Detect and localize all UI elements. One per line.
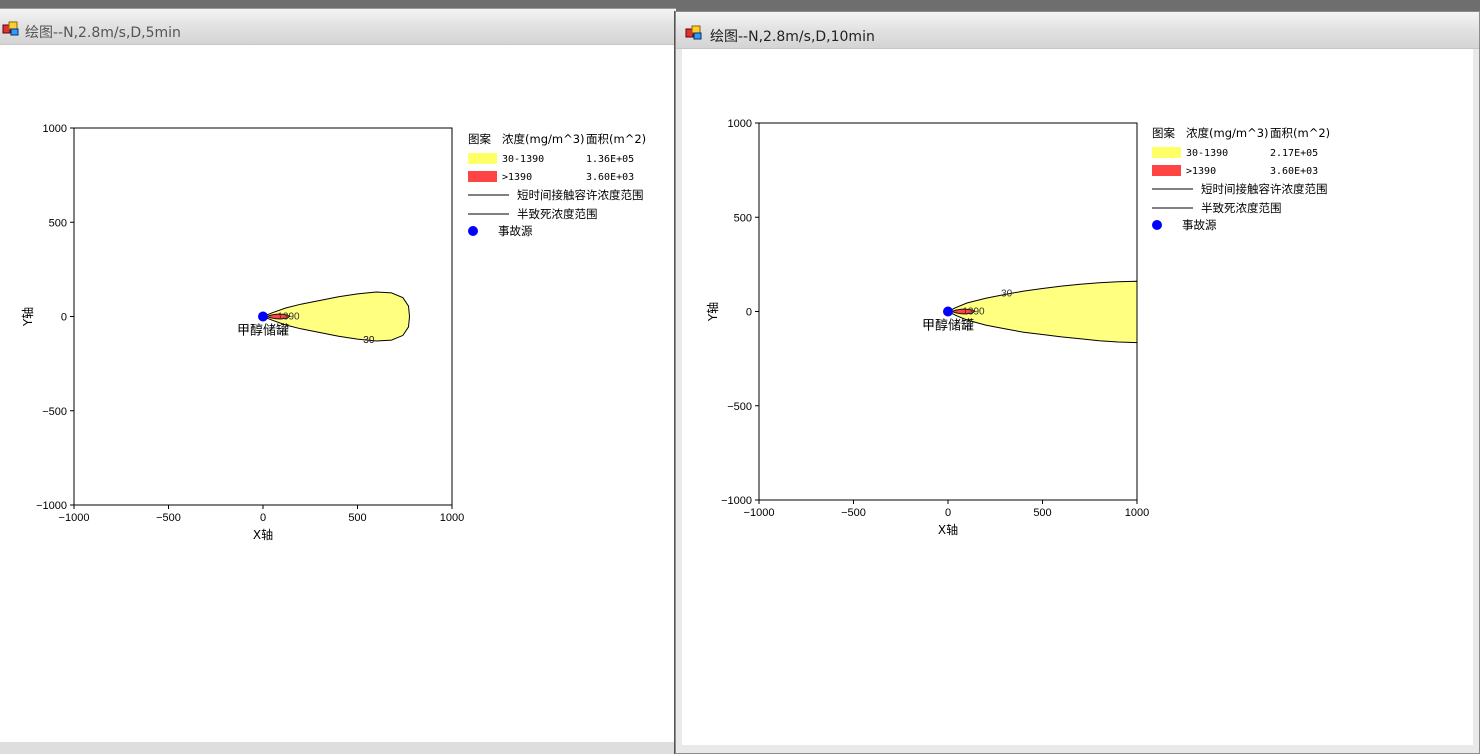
x-tick-label: −1000 (744, 507, 775, 519)
plot-client-area: −1000 1000 −500 500 0 0 500 −500 1000 −1000 X轴 Y轴甲醇… (0, 45, 676, 754)
plot-client-area: −1000 1000 −500 500 0 0 500 −500 1000 −1000 X轴 Y轴甲醇… (682, 49, 1473, 745)
legend-range: 30-1390 (1186, 148, 1228, 159)
legend-swatch (1152, 147, 1181, 158)
plot-window-10min: 绘图--N,2.8m/s,D,10min −1000 1000 −500 500 0 0 5… (675, 11, 1480, 754)
x-tick-label: −1000 (59, 512, 90, 524)
x-tick-label: 500 (1033, 507, 1051, 519)
x-axis-label: X轴 (253, 527, 273, 542)
legend-swatch (1152, 165, 1181, 176)
legend-area: 2.17E+05 (1270, 148, 1318, 159)
x-tick-label: 0 (945, 507, 951, 519)
y-tick-label: −500 (727, 401, 752, 413)
legend-area: 1.36E+05 (586, 154, 634, 165)
source-label: 甲醇储罐 (237, 323, 289, 339)
legend-header-concentration: 浓度(mg/m^3) (1186, 126, 1269, 140)
contour-label: 1390 (962, 306, 985, 317)
y-tick-label: −1000 (36, 500, 67, 512)
legend-swatch (468, 171, 497, 182)
x-tick-label: −500 (841, 507, 866, 519)
legend-label-short-term: 短时间接触容许浓度范围 (1201, 182, 1328, 196)
plume-chart: −1000 1000 −500 500 0 0 500 −500 1000 −1000 X轴 Y轴甲醇… (20, 123, 646, 542)
legend-range: 30-1390 (502, 154, 544, 165)
legend-swatch (468, 153, 497, 164)
x-tick-label: −500 (156, 512, 181, 524)
x-tick-label: 0 (260, 512, 266, 524)
title-bar[interactable]: 绘图--N,2.8m/s,D,5min (0, 9, 676, 45)
legend-header-area: 面积(m^2) (1270, 126, 1330, 140)
accident-source-point (258, 311, 268, 322)
app-icon (685, 25, 702, 40)
plot-window-5min: 绘图--N,2.8m/s,D,5min −1000 1000 −500 500 0 0 50… (0, 8, 676, 754)
y-tick-label: 500 (49, 217, 67, 229)
y-tick-label: 0 (61, 312, 67, 324)
source-label: 甲醇储罐 (922, 318, 974, 334)
legend-area: 3.60E+03 (1270, 166, 1318, 177)
x-axis-label: X轴 (938, 522, 958, 537)
legend-label-source: 事故源 (1182, 218, 1217, 232)
y-tick-label: 0 (746, 307, 752, 319)
legend-area: 3.60E+03 (586, 172, 634, 183)
legend-header-pattern: 图案 (468, 132, 491, 146)
legend-label-lethal: 半致死浓度范围 (517, 207, 598, 221)
legend-label-short-term: 短时间接触容许浓度范围 (517, 188, 644, 202)
window-title: 绘图--N,2.8m/s,D,5min (25, 25, 181, 41)
window-title: 绘图--N,2.8m/s,D,10min (710, 29, 875, 45)
app-icon (2, 21, 19, 36)
title-bar[interactable]: 绘图--N,2.8m/s,D,10min (676, 12, 1479, 49)
x-tick-label: 500 (348, 512, 366, 524)
y-axis-label: Y轴 (20, 307, 35, 327)
legend-header-area: 面积(m^2) (586, 132, 646, 146)
accident-source-point (943, 306, 953, 317)
legend-source-dot (1152, 220, 1162, 230)
status-strip (0, 742, 676, 754)
x-tick-label: 1000 (440, 512, 464, 524)
legend-range: >1390 (502, 172, 532, 183)
legend-header-pattern: 图案 (1152, 126, 1175, 140)
legend-label-lethal: 半致死浓度范围 (1201, 201, 1282, 215)
y-tick-label: −500 (42, 406, 67, 418)
contour-label: 30 (1001, 288, 1013, 299)
y-tick-label: 1000 (728, 118, 752, 130)
plume-chart: −1000 1000 −500 500 0 0 500 −500 1000 −1000 X轴 Y轴甲醇… (705, 118, 1330, 537)
contour-label: 1390 (277, 311, 300, 322)
y-tick-label: −1000 (721, 495, 752, 507)
x-tick-label: 1000 (1125, 507, 1149, 519)
legend-label-source: 事故源 (498, 224, 533, 238)
y-tick-label: 1000 (43, 123, 67, 135)
legend-range: >1390 (1186, 166, 1216, 177)
y-tick-label: 500 (734, 212, 752, 224)
legend-source-dot (468, 226, 478, 236)
y-axis-label: Y轴 (705, 302, 720, 322)
contour-label: 30 (363, 335, 375, 346)
legend-header-concentration: 浓度(mg/m^3) (502, 132, 585, 146)
